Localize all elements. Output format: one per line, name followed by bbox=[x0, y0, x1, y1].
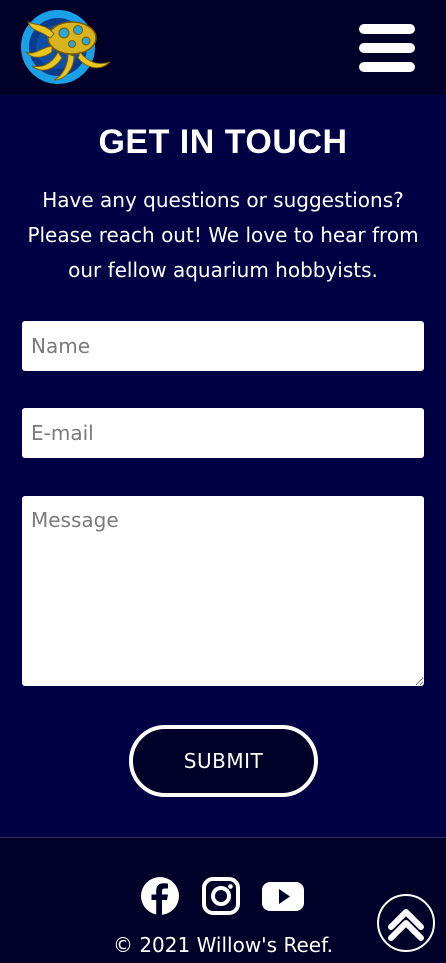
email-field[interactable] bbox=[22, 408, 424, 458]
chevron-up-icon bbox=[388, 909, 424, 941]
hamburger-menu-icon bbox=[359, 24, 415, 34]
contact-section: GET IN TOUCH Have any questions or sugge… bbox=[0, 95, 446, 837]
message-field[interactable] bbox=[22, 496, 424, 686]
page-title: GET IN TOUCH bbox=[98, 123, 348, 161]
facebook-icon[interactable] bbox=[140, 876, 180, 916]
intro-text: Have any questions or suggestions? Pleas… bbox=[27, 188, 419, 282]
octopus-logo-icon[interactable] bbox=[12, 8, 116, 86]
name-field[interactable] bbox=[22, 321, 424, 371]
site-header bbox=[0, 0, 446, 95]
submit-button[interactable]: SUBMIT bbox=[129, 725, 318, 797]
hamburger-menu-icon bbox=[359, 62, 415, 72]
menu-button[interactable] bbox=[357, 22, 417, 74]
instagram-icon[interactable] bbox=[201, 876, 241, 916]
youtube-icon[interactable] bbox=[261, 876, 305, 916]
scroll-to-top-button[interactable] bbox=[377, 894, 435, 952]
hamburger-menu-icon bbox=[359, 43, 415, 53]
